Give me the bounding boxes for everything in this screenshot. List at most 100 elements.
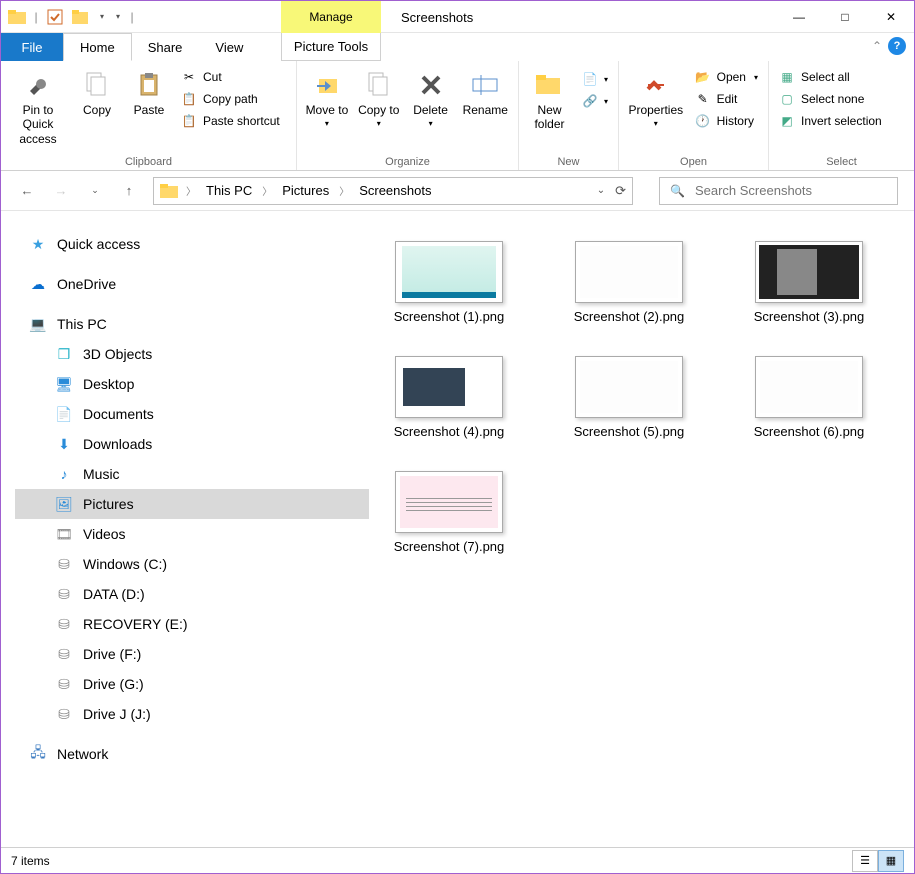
ribbon-collapse-icon[interactable]: ⌃ (872, 39, 882, 53)
status-item-count: 7 items (11, 854, 50, 868)
paste-button[interactable]: Paste (125, 65, 173, 121)
new-folder-icon[interactable] (69, 5, 93, 29)
tab-file[interactable]: File (1, 33, 63, 61)
properties-button[interactable]: Properties▾ (625, 65, 687, 133)
nav-drive-g[interactable]: ⛁Drive (G:) (15, 669, 369, 699)
nav-drive-j[interactable]: ⛁Drive J (J:) (15, 699, 369, 729)
file-item[interactable]: Screenshot (4).png (389, 356, 509, 441)
file-item[interactable]: Screenshot (1).png (389, 241, 509, 326)
properties-icon[interactable] (43, 5, 67, 29)
chevron-right-icon[interactable]: 〉 (335, 183, 353, 198)
maximize-button[interactable]: □ (822, 1, 868, 33)
nav-desktop[interactable]: 🖥Desktop (15, 369, 369, 399)
qat-separator: | (31, 5, 41, 29)
window-controls: ― □ ✕ (776, 1, 914, 33)
address-dropdown-icon[interactable]: ⌄ (597, 185, 605, 196)
file-item[interactable]: Screenshot (3).png (749, 241, 869, 326)
properties-icon (640, 69, 672, 101)
cut-button[interactable]: ✂Cut (177, 67, 284, 87)
nav-drive-e[interactable]: ⛁RECOVERY (E:) (15, 609, 369, 639)
close-button[interactable]: ✕ (868, 1, 914, 33)
nav-network[interactable]: 🖧Network (15, 739, 369, 769)
open-icon: 📂 (695, 69, 711, 85)
nav-downloads[interactable]: ⬇Downloads (15, 429, 369, 459)
copy-button[interactable]: Copy (73, 65, 121, 121)
new-item-icon: 📄 (582, 71, 598, 87)
nav-drive-d[interactable]: ⛁DATA (D:) (15, 579, 369, 609)
address-bar[interactable]: 〉 This PC 〉 Pictures 〉 Screenshots ⌄ ⟳ (153, 177, 633, 205)
refresh-icon[interactable]: ⟳ (615, 183, 626, 199)
recent-locations-button[interactable]: ⌄ (85, 181, 105, 201)
breadcrumb-item[interactable]: This PC (204, 183, 254, 198)
drive-icon: ⛁ (55, 585, 73, 603)
select-none-icon: ▢ (779, 91, 795, 107)
history-button[interactable]: 🕐History (691, 111, 762, 131)
cube-icon: ❒ (55, 345, 73, 363)
breadcrumb-item[interactable]: Pictures (280, 183, 331, 198)
new-folder-button[interactable]: New folder (525, 65, 574, 136)
chevron-right-icon[interactable]: 〉 (258, 183, 276, 198)
open-button[interactable]: 📂Open▾ (691, 67, 762, 87)
documents-icon: 📄 (55, 405, 73, 423)
star-icon: ★ (29, 235, 47, 253)
ribbon: Pin to Quick access Copy Paste ✂Cut 📋Cop… (1, 61, 914, 171)
nav-documents[interactable]: 📄Documents (15, 399, 369, 429)
rename-button[interactable]: Rename (458, 65, 512, 121)
nav-onedrive[interactable]: ☁OneDrive (15, 269, 369, 299)
new-item-button[interactable]: 📄▾ (578, 69, 612, 89)
paste-shortcut-button[interactable]: 📋Paste shortcut (177, 111, 284, 131)
chevron-right-icon[interactable]: 〉 (182, 183, 200, 198)
qat-customize-icon[interactable]: ▾ (111, 5, 125, 29)
drive-icon: ⛁ (55, 645, 73, 663)
easy-access-button[interactable]: 🔗▾ (578, 91, 612, 111)
file-item[interactable]: Screenshot (7).png (389, 471, 509, 556)
select-all-button[interactable]: ▦Select all (775, 67, 886, 87)
nav-videos[interactable]: 🎞Videos (15, 519, 369, 549)
status-bar: 7 items ☰ ▦ (1, 847, 914, 873)
invert-selection-button[interactable]: ◩Invert selection (775, 111, 886, 131)
edit-button[interactable]: ✎Edit (691, 89, 762, 109)
folder-icon[interactable] (5, 5, 29, 29)
cloud-icon: ☁ (29, 275, 47, 293)
back-button[interactable]: ← (17, 181, 37, 201)
ribbon-group-label: Clipboard (7, 154, 290, 168)
paste-shortcut-icon: 📋 (181, 113, 197, 129)
file-list[interactable]: Screenshot (1).png Screenshot (2).png Sc… (369, 211, 914, 847)
nav-drive-f[interactable]: ⛁Drive (F:) (15, 639, 369, 669)
tab-home[interactable]: Home (63, 33, 132, 61)
forward-button[interactable]: → (51, 181, 71, 201)
tab-view[interactable]: View (199, 33, 260, 61)
nav-pictures[interactable]: 🖼Pictures (15, 489, 369, 519)
file-name: Screenshot (5).png (574, 424, 685, 441)
file-item[interactable]: Screenshot (6).png (749, 356, 869, 441)
nav-music[interactable]: ♪Music (15, 459, 369, 489)
rename-icon (469, 69, 501, 101)
breadcrumb-item[interactable]: Screenshots (357, 183, 433, 198)
up-button[interactable]: ↑ (119, 181, 139, 201)
tab-picture-tools[interactable]: Picture Tools (281, 33, 381, 61)
move-to-button[interactable]: Move to▾ (303, 65, 351, 133)
nav-quick-access[interactable]: ★Quick access (15, 229, 369, 259)
copy-to-button[interactable]: Copy to▾ (355, 65, 403, 133)
tab-share[interactable]: Share (132, 33, 200, 61)
delete-button[interactable]: Delete▾ (407, 65, 455, 133)
nav-3d-objects[interactable]: ❒3D Objects (15, 339, 369, 369)
search-icon: 🔍 (670, 184, 685, 198)
ribbon-group-label: Select (775, 154, 908, 168)
search-input[interactable] (695, 183, 887, 198)
edit-icon: ✎ (695, 91, 711, 107)
copy-path-button[interactable]: 📋Copy path (177, 89, 284, 109)
search-box[interactable]: 🔍 (659, 177, 898, 205)
nav-drive-c[interactable]: ⛁Windows (C:) (15, 549, 369, 579)
select-none-button[interactable]: ▢Select none (775, 89, 886, 109)
titlebar: | ▾ ▾ | Manage Screenshots ― □ ✕ (1, 1, 914, 33)
minimize-button[interactable]: ― (776, 1, 822, 33)
qat-dropdown-icon[interactable]: ▾ (95, 5, 109, 29)
help-icon[interactable]: ? (888, 37, 906, 55)
details-view-button[interactable]: ☰ (852, 850, 878, 872)
file-item[interactable]: Screenshot (2).png (569, 241, 689, 326)
pin-to-quick-access-button[interactable]: Pin to Quick access (7, 65, 69, 150)
nav-this-pc[interactable]: 💻This PC (15, 309, 369, 339)
thumbnails-view-button[interactable]: ▦ (878, 850, 904, 872)
file-item[interactable]: Screenshot (5).png (569, 356, 689, 441)
